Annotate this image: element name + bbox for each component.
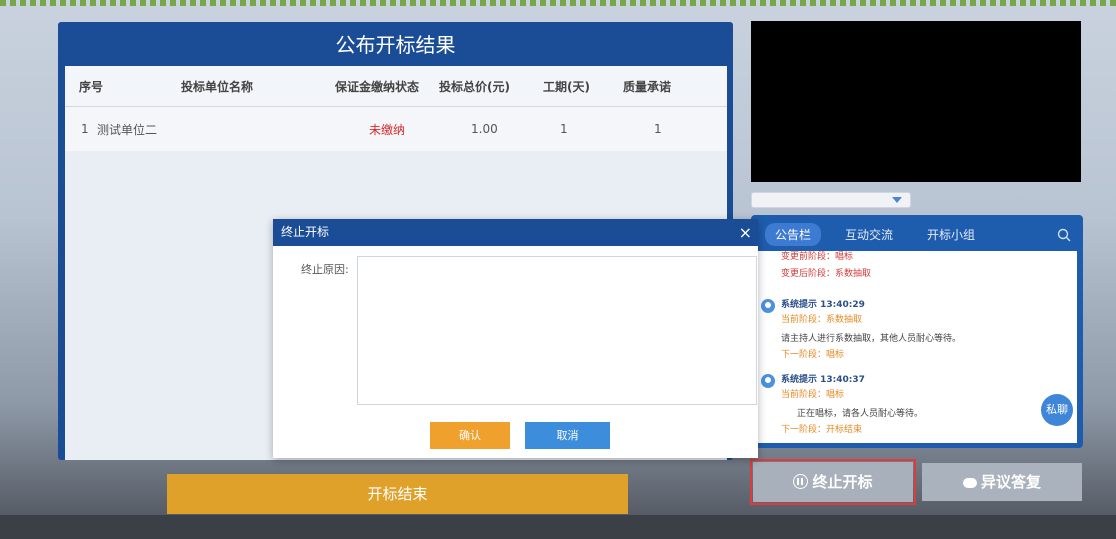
background-decoration (0, 515, 1116, 539)
objection-reply-button[interactable]: 异议答复 (922, 463, 1082, 501)
stop-bidding-button[interactable]: 终止开标 (750, 459, 916, 505)
search-icon[interactable] (1057, 228, 1071, 242)
tab-group[interactable]: 开标小组 (917, 223, 985, 246)
chat-messages[interactable]: 变更前阶段：唱标 变更后阶段：系数抽取 系统提示 13:40:29 当前阶段：系… (757, 251, 1077, 443)
message-item: 系统提示 13:40:37 当前阶段：唱标 正在唱标，请各人员耐心等待。 下一阶… (757, 372, 1077, 435)
video-player[interactable] (751, 21, 1081, 182)
dialog-header: 终止开标 × (273, 219, 758, 246)
cell-name: 测试单位二 (97, 122, 158, 137)
chat-panel: 公告栏 互动交流 开标小组 变更前阶段：唱标 变更后阶段：系数抽取 系统提示 1… (751, 215, 1083, 448)
table-row: 1 测试单位二 未缴纳 1.00 1 1 (65, 107, 727, 151)
private-chat-button[interactable]: 私聊 (1041, 394, 1073, 426)
chat-tabs: 公告栏 互动交流 开标小组 (751, 215, 1083, 253)
message-text: 请主持人进行系数抽取，其他人员耐心等待。 (781, 334, 962, 344)
message-next: 下一阶段：唱标 (781, 350, 845, 360)
col-quality: 质量承诺 (623, 79, 672, 94)
col-deposit: 保证金缴纳状态 (335, 79, 420, 94)
message-next: 下一阶段：开标结束 (781, 425, 863, 435)
message-current: 当前阶段：系数抽取 (781, 315, 863, 325)
col-days: 工期(天) (543, 79, 590, 94)
reason-label: 终止原因: (301, 263, 349, 276)
cell-no: 1 (81, 122, 89, 136)
chevron-down-icon (892, 197, 902, 203)
result-title: 公布开标结果 (335, 33, 456, 57)
stop-bidding-dialog: 终止开标 × 终止原因: 确认 取消 (273, 219, 758, 458)
chat-bubble-icon (962, 478, 977, 488)
cell-days: 1 (560, 122, 568, 136)
cell-deposit: 未缴纳 (369, 122, 406, 137)
tab-bulletin[interactable]: 公告栏 (765, 222, 822, 246)
avatar (761, 374, 775, 388)
message-header: 系统提示 13:40:29 (781, 300, 865, 310)
tab-interaction[interactable]: 互动交流 (835, 223, 903, 246)
table-header: 序号 投标单位名称 保证金缴纳状态 投标总价(元) 工期(天) 质量承诺 (65, 66, 727, 107)
message-current: 当前阶段：唱标 (781, 390, 845, 400)
col-name: 投标单位名称 (181, 79, 254, 94)
message-item: 系统提示 13:40:29 当前阶段：系数抽取 请主持人进行系数抽取，其他人员耐… (757, 297, 1077, 360)
pause-icon (793, 474, 809, 489)
dialog-title: 终止开标 (281, 225, 330, 239)
avatar (761, 299, 775, 313)
stop-bidding-label: 终止开标 (812, 473, 873, 491)
stage-change: 变更前阶段：唱标 变更后阶段：系数抽取 (757, 251, 1077, 279)
col-no: 序号 (79, 79, 104, 94)
reason-input[interactable] (357, 256, 757, 405)
message-text: 正在唱标，请各人员耐心等待。 (797, 409, 924, 419)
close-icon[interactable]: × (739, 219, 752, 246)
end-bidding-button[interactable]: 开标结束 (167, 474, 628, 514)
cancel-button[interactable]: 取消 (525, 422, 610, 449)
top-dashed-border (0, 0, 1116, 6)
cell-price: 1.00 (471, 122, 498, 136)
col-price: 投标总价(元) (439, 79, 510, 94)
camera-select[interactable] (751, 192, 911, 208)
next-stage: 变更后阶段：系数抽取 (781, 269, 872, 279)
confirm-button[interactable]: 确认 (430, 422, 510, 449)
prev-stage: 变更前阶段：唱标 (781, 252, 854, 262)
objection-reply-label: 异议答复 (980, 473, 1041, 491)
message-header: 系统提示 13:40:37 (781, 375, 865, 385)
cell-quality: 1 (654, 122, 662, 136)
